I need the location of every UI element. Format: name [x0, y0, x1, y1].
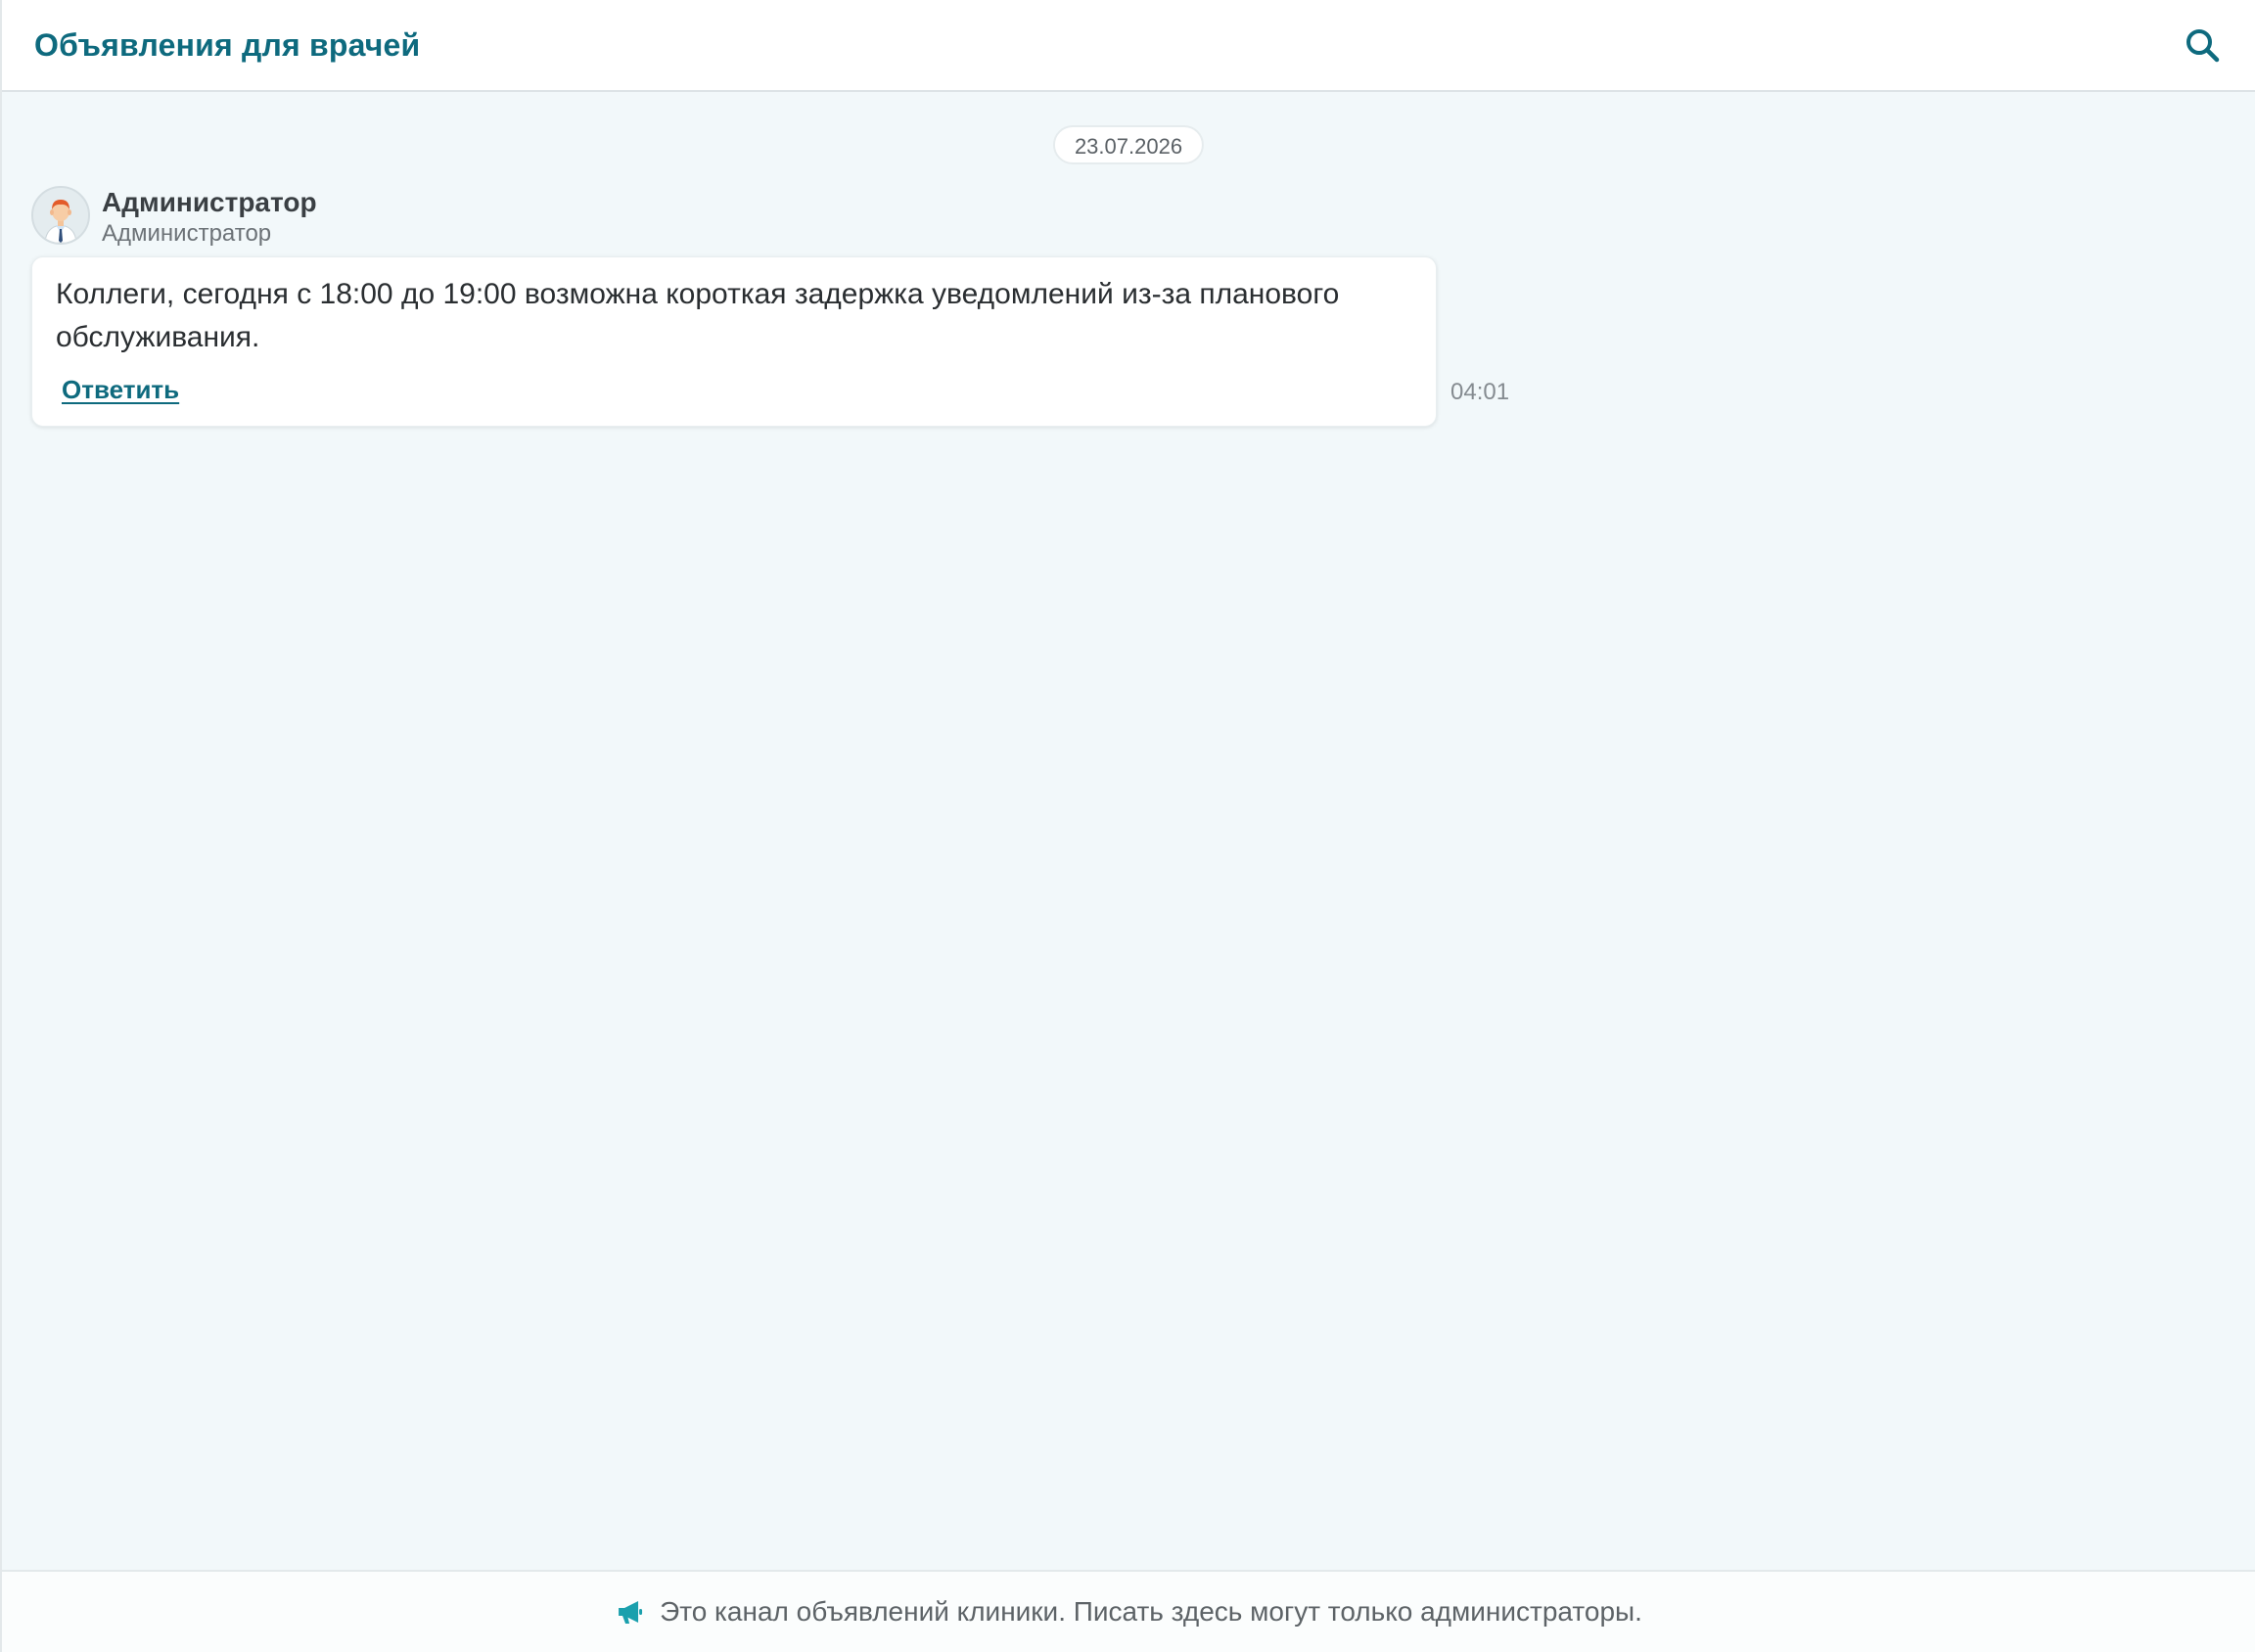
channel-header: Объявления для врачей: [2, 0, 2255, 92]
channel-title: Объявления для врачей: [34, 27, 421, 63]
sender-name: Администратор: [102, 187, 317, 217]
announcements-channel: Объявления для врачей 23.07.2026 Админис…: [0, 0, 2255, 1652]
footer-notice-text: Это канал объявлений клиники. Писать зде…: [660, 1596, 1642, 1627]
doctor-avatar-icon: [33, 188, 88, 243]
channel-footer: Это канал объявлений клиники. Писать зде…: [2, 1570, 2255, 1652]
date-separator: 23.07.2026: [1052, 125, 1205, 164]
message-time: 04:01: [1450, 379, 1510, 405]
reply-link[interactable]: Ответить: [62, 375, 179, 404]
megaphone-icon: [619, 1601, 643, 1624]
footer-notice-row: Это канал объявлений клиники. Писать зде…: [615, 1572, 1642, 1652]
sender-role: Администратор: [102, 220, 272, 247]
message-text: Коллеги, сегодня с 18:00 до 19:00 возмож…: [56, 278, 1340, 353]
doctor-avatar[interactable]: [31, 186, 90, 245]
search-icon: [2186, 29, 2220, 63]
message-bubble: Коллеги, сегодня с 18:00 до 19:00 возмож…: [31, 256, 1437, 427]
search-button[interactable]: [2183, 25, 2224, 67]
